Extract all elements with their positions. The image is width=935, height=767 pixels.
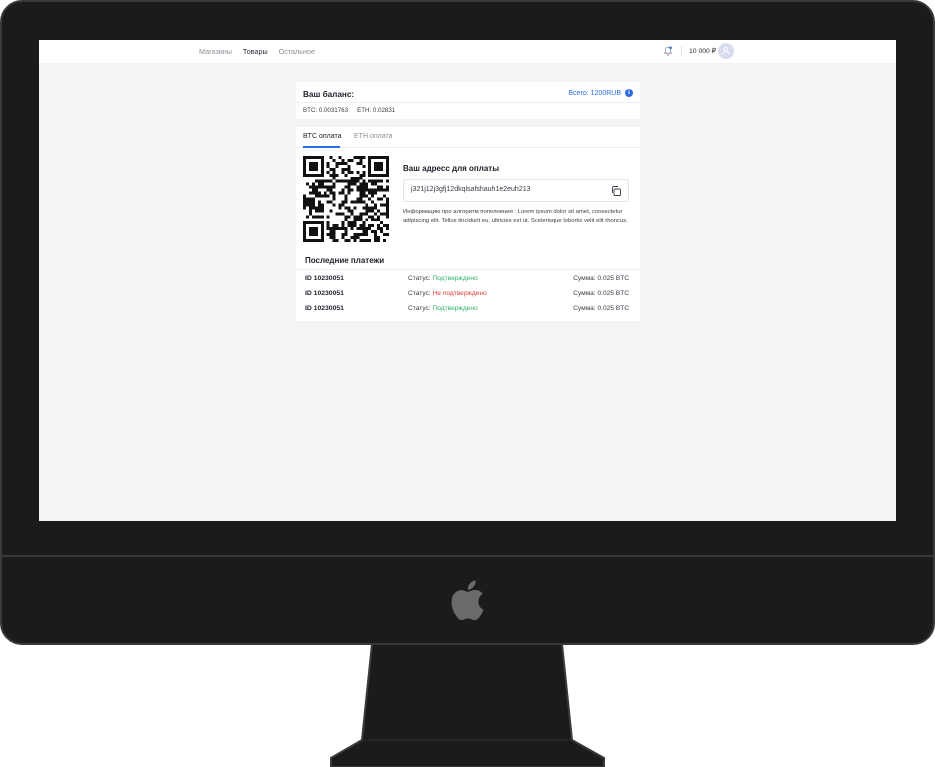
recent-payments-title: Последние платежи [305, 256, 385, 265]
status-label: Статус: [408, 290, 431, 297]
payment-sum: Сумма: 0.025 BTC [573, 290, 629, 297]
payment-card: BTC оплата ETH оплата Ваш адресс для опл… [296, 127, 640, 321]
payment-tabs: BTC оплата ETH оплата [296, 127, 640, 148]
divider [296, 102, 640, 103]
top-navbar: Магазины Товары Остальное 10 000 ₽ [39, 40, 896, 63]
main-nav: Магазины Товары Остальное [199, 40, 315, 63]
payment-row[interactable]: ID 10230051 Статус: Не подтверждено Сумм… [296, 288, 640, 303]
btc-balance: BTC: 0.0031763 [303, 107, 349, 114]
payment-row[interactable]: ID 10230051 Статус: Подтверждено Сумма: … [296, 303, 640, 318]
payment-status: Статус: Не подтверждено [408, 290, 487, 297]
copy-icon[interactable] [610, 185, 622, 197]
bell-icon[interactable] [663, 46, 673, 56]
tab-eth-payment[interactable]: ETH оплата [354, 133, 392, 140]
payment-row[interactable]: ID 10230051 Статус: Подтверждено Сумма: … [296, 273, 640, 288]
nav-item-products[interactable]: Товары [243, 47, 268, 56]
balance-card: Ваш баланс: Всего: 1200RUB i BTC: 0.0031… [296, 82, 640, 119]
nav-item-other[interactable]: Остальное [279, 47, 315, 56]
payment-info-text: Информацию про алгоритм пополнения : Lor… [403, 209, 628, 225]
header-divider [681, 46, 682, 57]
eth-balance: ETH: 0.02831 [357, 107, 396, 114]
address-field[interactable]: j321j12j3gfj12dkqlsafshauh1e2euh213 [403, 179, 629, 202]
header-balance: 10 000 ₽ [689, 48, 717, 55]
nav-item-shops[interactable]: Магазины [199, 47, 232, 56]
monitor-stand [330, 643, 605, 767]
payment-id: ID 10230051 [305, 290, 344, 297]
info-icon[interactable]: i [625, 89, 633, 97]
payment-id: ID 10230051 [305, 275, 344, 282]
status-badge: Подтверждено [432, 305, 478, 312]
status-label: Статус: [408, 275, 431, 282]
address-title: Ваш адресс для оплаты [403, 164, 500, 173]
status-label: Статус: [408, 305, 431, 312]
payment-sum: Сумма: 0.025 BTC [573, 275, 629, 282]
avatar[interactable] [718, 43, 734, 59]
app-screen: Магазины Товары Остальное 10 000 ₽ Ваш б… [39, 40, 896, 521]
balance-title: Ваш баланс: [303, 90, 355, 99]
active-tab-indicator [303, 146, 340, 148]
balance-total: Всего: 1200RUB [568, 90, 621, 97]
coin-balances: BTC: 0.0031763 ETH: 0.02831 [303, 107, 395, 114]
qr-code [303, 156, 389, 242]
payment-sum: Сумма: 0.025 BTC [573, 305, 629, 312]
payment-status: Статус: Подтверждено [408, 305, 478, 312]
user-icon [722, 47, 730, 56]
divider [296, 269, 640, 270]
address-value: j321j12j3gfj12dkqlsafshauh1e2euh213 [411, 186, 531, 193]
payment-status: Статус: Подтверждено [408, 275, 478, 282]
status-badge: Не подтверждено [432, 290, 487, 297]
payment-id: ID 10230051 [305, 305, 344, 312]
status-badge: Подтверждено [432, 275, 478, 282]
tab-btc-payment[interactable]: BTC оплата [303, 133, 341, 140]
apple-logo-icon [451, 580, 484, 621]
